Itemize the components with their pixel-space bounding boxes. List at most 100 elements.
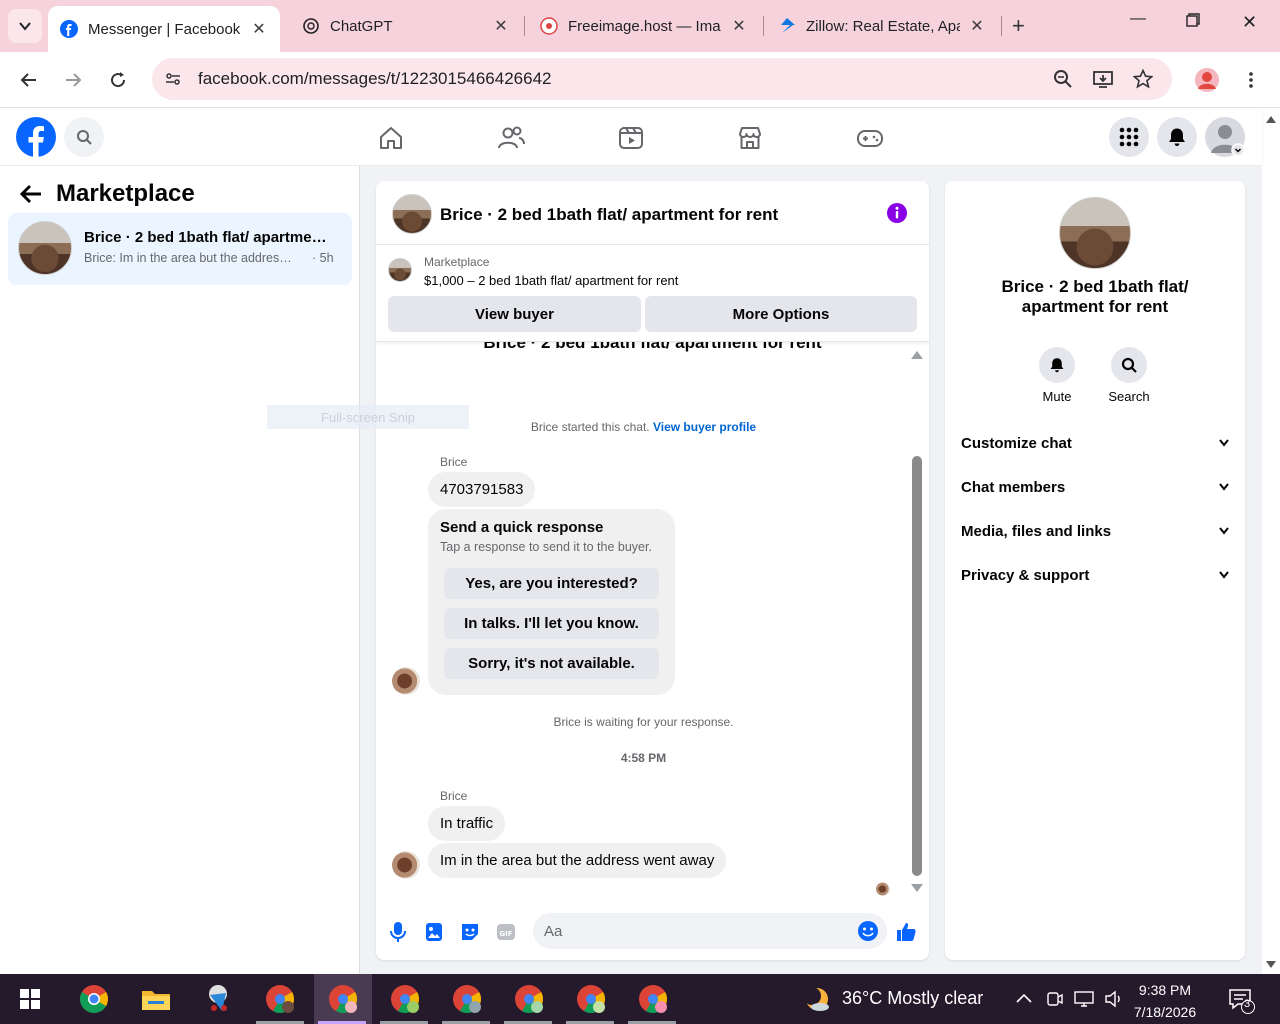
chevron-up-icon[interactable] <box>1016 990 1032 1007</box>
message-bubble[interactable]: In traffic <box>428 806 506 841</box>
gaming-icon <box>857 130 883 147</box>
media-files-links-section[interactable]: Media, files and links <box>961 519 1229 543</box>
address-bar[interactable]: facebook.com/messages/t/1223015466426642 <box>152 58 1172 100</box>
tab-chatgpt[interactable]: ChatGPT ✕ <box>290 6 522 46</box>
chrome-icon[interactable] <box>78 983 110 1015</box>
listing-title[interactable]: $1,000 – 2 bed 1bath flat/ apartment for… <box>424 273 678 288</box>
default-avatar-icon <box>1211 125 1245 157</box>
nav-gaming[interactable] <box>855 123 885 153</box>
profile-avatar-icon <box>1195 68 1219 92</box>
site-info-icon[interactable] <box>162 68 184 90</box>
info-avatar[interactable] <box>1059 197 1131 269</box>
chrome-profile-icon[interactable] <box>451 983 483 1015</box>
thumbs-up-icon[interactable] <box>895 921 917 943</box>
notification-center-button[interactable]: 3 <box>1228 988 1256 1018</box>
windows-start-icon[interactable] <box>14 983 46 1015</box>
new-tab-button[interactable]: + <box>1012 13 1025 39</box>
chat-scrollbar[interactable] <box>912 456 922 876</box>
notifications-button[interactable] <box>1157 117 1197 157</box>
chat-header-avatar[interactable] <box>392 194 432 234</box>
customize-chat-section[interactable]: Customize chat <box>961 431 1229 455</box>
chrome-profile-icon[interactable] <box>513 983 545 1015</box>
tab-search-button[interactable] <box>8 9 42 43</box>
page-scroll-down-arrow[interactable] <box>1266 961 1276 968</box>
facebook-logo-icon[interactable] <box>16 117 56 157</box>
search-in-chat-button[interactable]: Search <box>1099 347 1159 404</box>
snipping-tool-icon[interactable] <box>202 983 234 1015</box>
facebook-search-button[interactable] <box>64 117 104 157</box>
privacy-support-section[interactable]: Privacy & support <box>961 563 1229 587</box>
bookmark-star-icon[interactable] <box>1132 68 1154 90</box>
file-explorer-icon[interactable] <box>140 983 172 1015</box>
back-button[interactable] <box>15 66 43 94</box>
sender-avatar[interactable] <box>392 851 420 879</box>
tab-messenger[interactable]: Messenger | Facebook ✕ <box>48 6 280 52</box>
url-text: facebook.com/messages/t/1223015466426642 <box>198 69 552 88</box>
info-icon[interactable] <box>886 202 908 224</box>
message-bubble[interactable]: Im in the area but the address went away <box>428 843 727 878</box>
listing-thumbnail[interactable] <box>388 258 412 282</box>
chat-scroll-up[interactable] <box>911 351 923 359</box>
browser-menu-button[interactable] <box>1237 66 1265 94</box>
chevron-down-icon <box>1219 527 1229 535</box>
restore-button[interactable] <box>1186 13 1200 32</box>
quick-response-option[interactable]: Sorry, it's not available. <box>444 648 659 679</box>
zoom-icon[interactable] <box>1052 68 1074 90</box>
tab-freeimage[interactable]: Freeimage.host — Ima ✕ <box>528 6 760 46</box>
network-icon[interactable] <box>1074 990 1094 1012</box>
conversation-item[interactable]: Brice · 2 bed 1bath flat/ apartment... B… <box>8 213 352 285</box>
weather-moon-icon[interactable] <box>800 983 832 1015</box>
quick-response-title: Send a quick response <box>440 519 604 536</box>
listing-label: Marketplace <box>424 255 490 269</box>
close-tab-icon[interactable]: ✕ <box>492 17 510 35</box>
message-bubble[interactable]: 4703791583 <box>428 472 536 507</box>
chrome-profile-icon[interactable] <box>264 983 296 1015</box>
tab-zillow[interactable]: Zillow: Real Estate, Apa ✕ <box>766 6 998 46</box>
marketplace-icon <box>739 127 761 149</box>
chrome-profile-icon[interactable] <box>637 983 669 1015</box>
messenger-page: Marketplace Brice · 2 bed 1bath flat/ ap… <box>0 166 1262 974</box>
sticker-icon[interactable] <box>459 921 481 943</box>
volume-icon[interactable] <box>1104 990 1124 1012</box>
forward-button[interactable] <box>59 66 87 94</box>
profile-avatar-button[interactable] <box>1193 66 1221 94</box>
sender-avatar[interactable] <box>392 667 420 695</box>
view-buyer-profile-link[interactable]: View buyer profile <box>653 420 756 434</box>
minimize-button[interactable]: — <box>1130 10 1146 28</box>
kebab-menu-icon <box>1249 72 1253 88</box>
microphone-icon[interactable] <box>387 921 409 943</box>
chrome-profile-icon[interactable] <box>575 983 607 1015</box>
back-arrow-icon[interactable] <box>20 184 42 204</box>
weather-text[interactable]: 36°C Mostly clear <box>842 988 983 1009</box>
chrome-profile-icon[interactable] <box>389 983 421 1015</box>
chrome-profile-icon[interactable] <box>327 983 359 1015</box>
menu-grid-button[interactable] <box>1109 117 1149 157</box>
quick-response-option[interactable]: In talks. I'll let you know. <box>444 608 659 639</box>
nav-friends[interactable] <box>496 123 526 153</box>
view-buyer-button[interactable]: View buyer <box>388 296 641 332</box>
nav-video[interactable] <box>616 123 646 153</box>
nav-home[interactable] <box>376 123 406 153</box>
tab-title: Freeimage.host — Ima <box>568 17 721 35</box>
nav-marketplace[interactable] <box>735 123 765 153</box>
quick-response-option[interactable]: Yes, are you interested? <box>444 568 659 599</box>
close-window-button[interactable]: ✕ <box>1242 12 1257 33</box>
message-input[interactable]: Aa <box>533 913 887 949</box>
more-options-button[interactable]: More Options <box>645 296 917 332</box>
close-tab-icon[interactable]: ✕ <box>968 17 986 35</box>
emoji-icon[interactable] <box>857 920 879 942</box>
page-scroll-up-arrow[interactable] <box>1266 116 1276 123</box>
meet-now-icon[interactable] <box>1046 990 1064 1012</box>
install-app-icon[interactable] <box>1092 68 1114 90</box>
close-tab-icon[interactable]: ✕ <box>730 17 748 35</box>
close-tab-icon[interactable]: ✕ <box>250 20 268 38</box>
chat-title[interactable]: Brice · 2 bed 1bath flat/ apartment for … <box>440 205 778 225</box>
chat-scroll-down[interactable] <box>911 884 923 892</box>
account-avatar-button[interactable] <box>1205 117 1245 157</box>
chat-members-section[interactable]: Chat members <box>961 475 1229 499</box>
reload-button[interactable] <box>104 66 132 94</box>
system-clock[interactable]: 9:38 PM 7/18/2026 <box>1130 979 1200 1023</box>
photo-icon[interactable] <box>423 921 445 943</box>
mute-button[interactable]: Mute <box>1027 347 1087 404</box>
gif-icon[interactable]: GIF <box>495 921 517 943</box>
